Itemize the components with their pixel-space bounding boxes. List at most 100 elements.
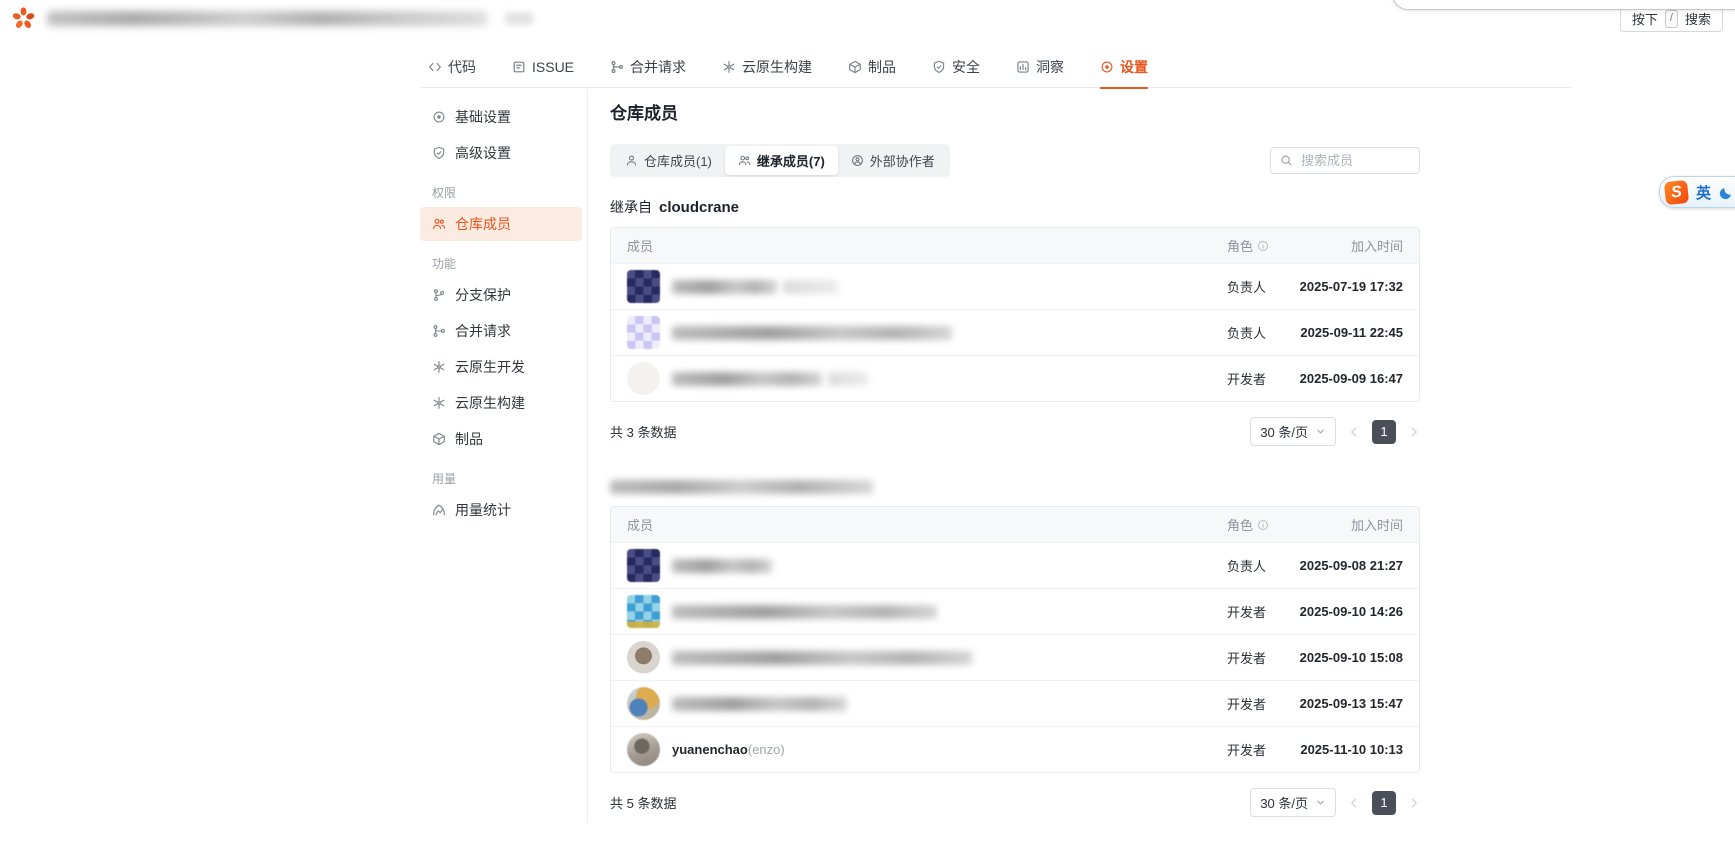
sidebar-item-cloud-native-build[interactable]: 云原生构建 <box>420 386 582 420</box>
repo-nav: 代码 ISSUE 合并请求 云原生构建 制品 安全 洞察 设置 <box>420 46 1572 89</box>
tab-code[interactable]: 代码 <box>428 57 476 77</box>
joined-cell: 2025-09-09 16:47 <box>1299 371 1403 386</box>
page-number-button[interactable]: 1 <box>1372 790 1396 815</box>
sidebar-item-label: 分支保护 <box>455 287 511 303</box>
tab-inherited-members[interactable]: 继承成员(7) <box>724 146 838 175</box>
tab-label: 洞察 <box>1036 58 1065 75</box>
members-settings-panel: 仓库成员 仓库成员(1) 继承成员(7) 外部协作者 继承自 cloudcran… <box>610 97 1420 851</box>
total-count: 共 5 条数据 <box>610 796 677 811</box>
next-page-button[interactable] <box>1408 426 1420 438</box>
table-row[interactable]: 开发者 2025-09-09 16:47 <box>611 355 1419 401</box>
search-input[interactable] <box>1299 152 1410 169</box>
chevron-down-icon <box>1315 797 1326 808</box>
page-size-select[interactable]: 30 条/页 <box>1250 788 1336 817</box>
sidebar-item-basic-settings[interactable]: 基础设置 <box>420 100 582 134</box>
member-name-redacted <box>672 325 952 340</box>
table-row[interactable]: 负责人 2025-07-19 17:32 <box>611 263 1419 309</box>
sidebar-item-branch-protection[interactable]: 分支保护 <box>420 278 582 312</box>
tab-security[interactable]: 安全 <box>932 57 980 77</box>
tab-label: 继承成员(7) <box>756 154 825 169</box>
page-size-select[interactable]: 30 条/页 <box>1250 417 1336 446</box>
table-row[interactable]: 开发者 2025-09-10 14:26 <box>611 588 1419 634</box>
member-tab-group: 仓库成员(1) 继承成员(7) 外部协作者 <box>610 144 950 177</box>
table-row[interactable]: 负责人 2025-09-08 21:27 <box>611 542 1419 588</box>
table-footer: 共 5 条数据 30 条/页 1 <box>610 788 1420 817</box>
sidebar-item-label: 用量统计 <box>455 502 511 518</box>
next-page-button[interactable] <box>1408 797 1420 809</box>
page-title: 仓库成员 <box>610 104 678 123</box>
page-number-button[interactable]: 1 <box>1372 419 1396 444</box>
prev-page-button[interactable] <box>1348 797 1360 809</box>
table-footer: 共 3 条数据 30 条/页 1 <box>610 417 1420 446</box>
press-label: 按下 <box>1631 12 1658 27</box>
table-row[interactable]: yuanenchao(enzo) 开发者 2025-11-10 10:13 <box>611 726 1419 772</box>
package-icon <box>432 432 446 446</box>
member-name-redacted <box>783 279 838 294</box>
info-icon[interactable] <box>1257 240 1269 252</box>
sidebar-item-merge-requests[interactable]: 合并请求 <box>420 314 582 348</box>
app-logo-icon[interactable] <box>12 7 35 30</box>
role-cell: 开发者 <box>1227 743 1267 758</box>
joined-cell: 2025-11-10 10:13 <box>1300 742 1403 757</box>
joined-cell: 2025-09-08 21:27 <box>1299 558 1403 573</box>
tab-settings[interactable]: 设置 <box>1100 57 1149 89</box>
sidebar-section-features: 功能 <box>432 257 457 271</box>
member-name-redacted <box>828 371 868 386</box>
sidebar-item-label: 基础设置 <box>455 109 511 125</box>
sidebar-item-artifacts[interactable]: 制品 <box>420 422 582 456</box>
window-title-redacted <box>47 11 487 26</box>
browser-popup-edge <box>1392 0 1735 10</box>
people-icon <box>738 154 751 167</box>
role-cell: 开发者 <box>1227 651 1267 666</box>
role-cell: 负责人 <box>1227 559 1267 574</box>
ime-language-toggle[interactable]: 英 <box>1696 182 1711 203</box>
chevron-down-icon <box>1315 426 1326 437</box>
tab-label: 设置 <box>1120 58 1149 75</box>
gear-icon <box>432 110 446 124</box>
avatar <box>627 362 660 395</box>
moon-icon[interactable] <box>1719 185 1734 200</box>
tab-merge-requests[interactable]: 合并请求 <box>610 57 686 77</box>
tab-repo-members[interactable]: 仓库成员(1) <box>612 146 725 175</box>
sidebar-divider <box>587 89 588 823</box>
joined-cell: 2025-09-10 14:26 <box>1299 604 1403 619</box>
sidebar-item-cloud-native-dev[interactable]: 云原生开发 <box>420 350 582 384</box>
sidebar-item-advanced-settings[interactable]: 高级设置 <box>420 136 582 170</box>
member-name-redacted <box>672 650 972 665</box>
inherited-members-table: 成员 角色 加入时间 负责人 2025-07-19 17:32 负责人 2025… <box>610 227 1420 402</box>
prev-page-button[interactable] <box>1348 426 1360 438</box>
shield-icon <box>932 60 946 74</box>
sidebar-item-label: 云原生构建 <box>455 395 525 411</box>
tab-label: 合并请求 <box>630 58 687 75</box>
table-row[interactable]: 开发者 2025-09-13 15:47 <box>611 680 1419 726</box>
slash-key-badge: / <box>1664 9 1678 28</box>
member-search-box <box>1270 147 1420 174</box>
info-icon[interactable] <box>1257 519 1269 531</box>
pinwheel-icon <box>722 60 736 74</box>
joined-cell: 2025-09-13 15:47 <box>1299 696 1403 711</box>
pinwheel-icon <box>432 360 446 374</box>
tab-label: 云原生构建 <box>742 58 813 75</box>
sidebar-item-label: 仓库成员 <box>455 216 511 232</box>
tab-outside-collaborators[interactable]: 外部协作者 <box>838 146 948 175</box>
sidebar-item-label: 合并请求 <box>455 323 511 339</box>
sidebar-item-label: 制品 <box>455 431 483 447</box>
tab-cloud-native-build[interactable]: 云原生构建 <box>722 57 812 77</box>
tab-insights[interactable]: 洞察 <box>1016 57 1064 77</box>
tab-issue[interactable]: ISSUE <box>512 59 574 75</box>
total-count: 共 3 条数据 <box>610 425 677 440</box>
sidebar-item-label: 高级设置 <box>455 145 511 161</box>
sidebar-item-repo-members[interactable]: 仓库成员 <box>420 207 582 241</box>
sogou-logo-icon[interactable]: S <box>1663 179 1690 205</box>
inherited-from-title: 继承自 cloudcrane <box>610 197 1420 217</box>
table-row[interactable]: 开发者 2025-09-10 15:08 <box>611 634 1419 680</box>
users-icon <box>432 217 446 231</box>
table-row[interactable]: 负责人 2025-09-11 22:45 <box>611 309 1419 355</box>
inherited-group-title-redacted <box>610 480 873 494</box>
insight-icon <box>1016 60 1030 74</box>
role-cell: 开发者 <box>1227 605 1267 620</box>
joined-cell: 2025-07-19 17:32 <box>1299 279 1403 294</box>
tab-artifacts[interactable]: 制品 <box>848 57 896 77</box>
sidebar-item-usage-stats[interactable]: 用量统计 <box>420 493 582 527</box>
inherited-from-label: 继承自 <box>610 199 652 215</box>
